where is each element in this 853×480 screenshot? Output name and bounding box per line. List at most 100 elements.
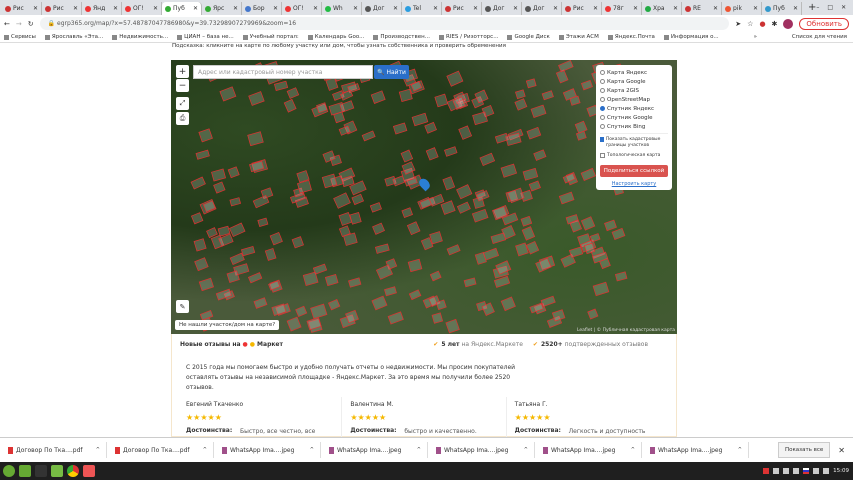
tab-close-icon[interactable]: ✕ bbox=[113, 5, 118, 12]
parcel[interactable] bbox=[269, 231, 283, 246]
parcel[interactable] bbox=[525, 78, 537, 89]
parcel[interactable] bbox=[286, 316, 302, 332]
parcel[interactable] bbox=[456, 201, 471, 214]
layer-option[interactable]: Спутник Bing bbox=[600, 122, 668, 131]
parcel[interactable] bbox=[398, 88, 413, 103]
parcel[interactable] bbox=[247, 131, 264, 147]
parcel[interactable] bbox=[558, 60, 574, 73]
radio-button[interactable] bbox=[600, 70, 605, 75]
parcel[interactable] bbox=[229, 252, 245, 266]
tab[interactable]: Пуб ✕ bbox=[762, 2, 802, 15]
parcel[interactable] bbox=[264, 248, 277, 261]
tab-close-icon[interactable]: ✕ bbox=[593, 5, 598, 12]
update-button[interactable]: Обновить bbox=[799, 17, 849, 30]
parcel[interactable] bbox=[458, 125, 473, 140]
parcel[interactable] bbox=[463, 277, 477, 288]
clipboard-icon[interactable] bbox=[783, 468, 790, 474]
tab-close-icon[interactable]: ✕ bbox=[513, 5, 518, 12]
share-icon[interactable]: ➤ bbox=[735, 20, 741, 28]
tab-close-icon[interactable]: ✕ bbox=[233, 5, 238, 12]
parcel[interactable] bbox=[229, 222, 246, 238]
parcel[interactable] bbox=[551, 309, 566, 322]
more-bookmarks-icon[interactable]: » bbox=[754, 34, 757, 40]
reload-icon[interactable]: ↻ bbox=[28, 20, 34, 28]
parcel[interactable] bbox=[456, 184, 473, 200]
volume-icon[interactable] bbox=[823, 468, 830, 474]
share-link-button[interactable]: Поделиться ссылкой bbox=[600, 165, 668, 177]
minimize-icon[interactable]: – bbox=[816, 4, 819, 11]
parcel[interactable] bbox=[446, 244, 461, 256]
download-item[interactable]: WhatsApp Ima....jpeg ^ bbox=[535, 442, 642, 458]
layer-option[interactable]: Спутник Google bbox=[600, 113, 668, 122]
maximize-icon[interactable]: □ bbox=[827, 4, 833, 11]
bookmark[interactable]: Производствен... bbox=[373, 34, 430, 40]
shield-icon[interactable] bbox=[773, 468, 780, 474]
parcel[interactable] bbox=[361, 130, 376, 142]
parcel[interactable] bbox=[295, 305, 308, 318]
tab[interactable]: Дог ✕ bbox=[362, 2, 402, 15]
parcel[interactable] bbox=[198, 277, 215, 292]
zoom-out-button[interactable]: − bbox=[176, 79, 189, 92]
parcel[interactable] bbox=[384, 286, 397, 297]
parcel[interactable] bbox=[240, 245, 256, 257]
parcel[interactable] bbox=[611, 227, 626, 240]
parcel[interactable] bbox=[195, 149, 210, 160]
tab-close-icon[interactable]: ✕ bbox=[553, 5, 558, 12]
tab[interactable]: Ярс ✕ bbox=[202, 2, 242, 15]
tab[interactable]: Дог ✕ bbox=[482, 2, 522, 15]
tab[interactable]: Бор ✕ bbox=[242, 2, 282, 15]
parcel[interactable] bbox=[194, 257, 209, 272]
star-icon[interactable]: ☆ bbox=[747, 20, 753, 28]
print-button[interactable]: ⎙ bbox=[176, 112, 189, 125]
tab[interactable]: Хра ✕ bbox=[642, 2, 682, 15]
show-cadastral-checkbox[interactable]: Показать кадастровые границы участков bbox=[600, 137, 668, 151]
checkbox-checked[interactable] bbox=[600, 137, 604, 142]
layer-option[interactable]: Карта Google bbox=[600, 77, 668, 86]
tab[interactable]: ОГ! ✕ bbox=[282, 2, 322, 15]
tab[interactable]: Tel ✕ bbox=[402, 2, 442, 15]
parcel[interactable] bbox=[286, 87, 300, 99]
parcel[interactable] bbox=[401, 207, 414, 219]
tab-close-icon[interactable]: ✕ bbox=[713, 5, 718, 12]
parcel[interactable] bbox=[580, 167, 597, 182]
parcel[interactable] bbox=[589, 233, 601, 243]
layer-option[interactable]: Карта 2GIS bbox=[600, 86, 668, 95]
files-icon[interactable] bbox=[51, 465, 63, 477]
parcel[interactable] bbox=[302, 271, 319, 286]
bookmark[interactable]: ЦИАН – база не... bbox=[177, 34, 234, 40]
download-menu-icon[interactable]: ^ bbox=[203, 447, 207, 453]
bookmark[interactable]: Google Диск bbox=[507, 34, 550, 40]
download-menu-icon[interactable]: ^ bbox=[417, 447, 421, 453]
parcel[interactable] bbox=[580, 216, 596, 231]
layer-option[interactable]: OpenStreetMap bbox=[600, 95, 668, 104]
parcel[interactable] bbox=[540, 295, 556, 308]
parcel[interactable] bbox=[440, 200, 456, 215]
tab[interactable]: Wh ✕ bbox=[322, 2, 362, 15]
tab-close-icon[interactable]: ✕ bbox=[193, 5, 198, 12]
tab-close-icon[interactable]: ✕ bbox=[153, 5, 158, 12]
download-menu-icon[interactable]: ^ bbox=[310, 447, 314, 453]
bookmark[interactable]: Недвижимость... bbox=[112, 34, 168, 40]
parcel[interactable] bbox=[226, 270, 240, 284]
radio-button[interactable] bbox=[600, 124, 605, 129]
parcel[interactable] bbox=[407, 258, 423, 273]
bookmark[interactable]: Этажи АСМ bbox=[558, 34, 599, 40]
tab-close-icon[interactable]: ✕ bbox=[273, 5, 278, 12]
download-item[interactable]: WhatsApp Ima....jpeg ^ bbox=[214, 442, 321, 458]
parcel[interactable] bbox=[446, 70, 464, 87]
chrome-icon[interactable] bbox=[67, 465, 79, 477]
new-tab-button[interactable]: + bbox=[808, 2, 816, 13]
radio-button[interactable] bbox=[600, 106, 605, 111]
parcel[interactable] bbox=[500, 296, 516, 312]
tab[interactable]: RE ✕ bbox=[682, 2, 722, 15]
bookmark[interactable]: Информация о... bbox=[663, 34, 719, 40]
parcel[interactable] bbox=[604, 219, 617, 232]
tab[interactable]: Рис ✕ bbox=[442, 2, 482, 15]
parcel[interactable] bbox=[257, 217, 269, 228]
parcel[interactable] bbox=[424, 121, 437, 134]
parcel[interactable] bbox=[252, 194, 270, 209]
parcel[interactable] bbox=[193, 238, 207, 252]
not-found-button[interactable]: Не нашли участок/дом на карте? bbox=[175, 320, 280, 330]
parcel[interactable] bbox=[479, 152, 496, 167]
parcel[interactable] bbox=[369, 202, 382, 213]
